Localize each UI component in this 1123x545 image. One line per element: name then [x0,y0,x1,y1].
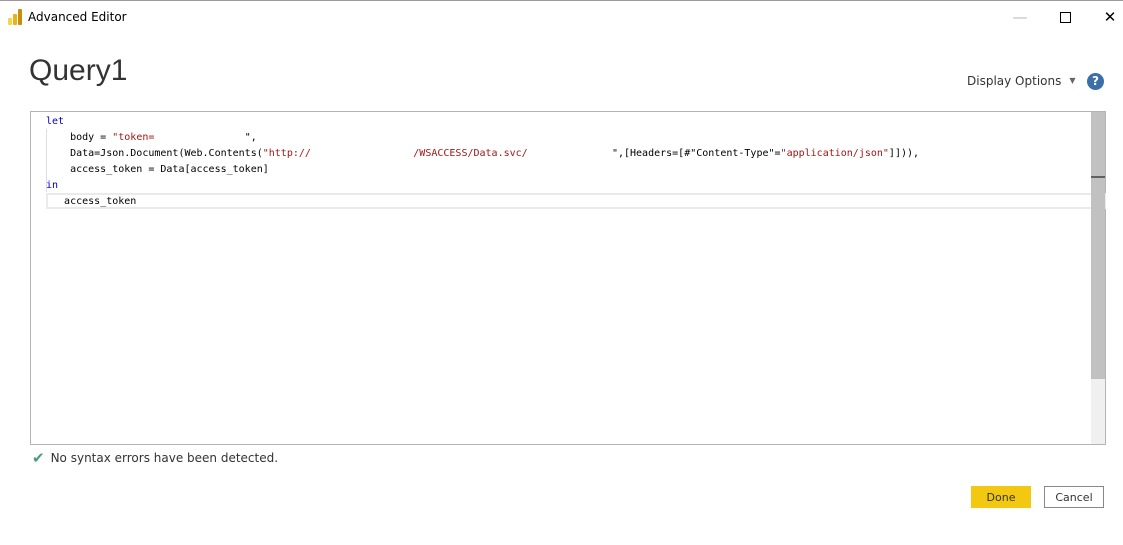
code-text[interactable]: let body = "token= ", Data=Json.Document… [46,114,919,210]
code-editor[interactable]: let body = "token= ", Data=Json.Document… [30,111,1106,445]
scrollbar-thumb[interactable] [1091,112,1105,379]
status-message: No syntax errors have been detected. [50,451,279,465]
query-title: Query1 [29,54,128,87]
help-icon[interactable]: ? [1087,73,1104,90]
done-button[interactable]: Done [971,486,1031,508]
display-options-dropdown[interactable]: Display Options ▼ [967,74,1076,88]
minimize-button[interactable]: — [1005,5,1035,29]
window-title: Advanced Editor [28,10,127,24]
maximize-icon [1059,11,1071,23]
maximize-button[interactable] [1050,5,1080,29]
checkmark-icon: ✔ [32,449,45,467]
chevron-down-icon: ▼ [1069,76,1076,85]
minimize-icon: — [1012,8,1028,26]
code-line: access_token = Data[access_token] [46,164,269,175]
code-line: in [46,180,59,191]
cancel-button[interactable]: Cancel [1044,486,1104,508]
close-button[interactable]: ✕ [1095,5,1123,29]
syntax-status: ✔ No syntax errors have been detected. [32,449,278,467]
close-icon: ✕ [1103,8,1117,26]
code-line: Data=Json.Document(Web.Contents("http://… [46,148,920,159]
code-line: body = "token= ", [46,132,257,143]
scroll-position-marker [1091,176,1105,178]
code-line: access_token [46,196,137,207]
power-bi-logo-icon [8,9,22,25]
code-line: let [46,116,65,127]
title-bar: Advanced Editor — ✕ [0,1,1123,33]
vertical-scrollbar[interactable] [1091,112,1105,444]
display-options-label: Display Options [967,74,1062,88]
